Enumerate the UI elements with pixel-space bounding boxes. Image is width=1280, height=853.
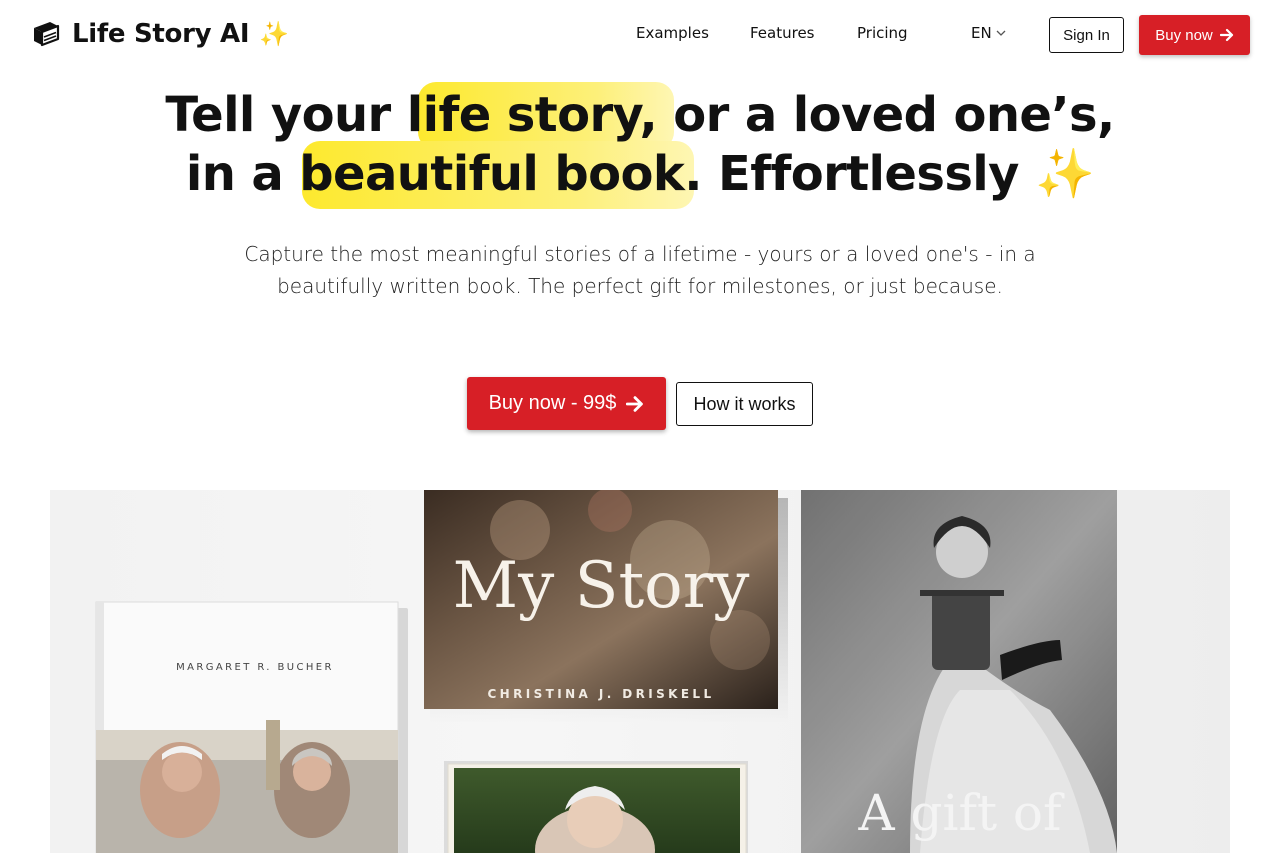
title-line-1: Tell your life story, or a loved one’s, (165, 87, 1115, 143)
arrow-right-icon (626, 395, 644, 412)
book-cover-my-story: My Story CHRISTINA J. DRISKELL (424, 490, 788, 724)
book-cover-margaret: MARGARET R. BUCHER (95, 601, 408, 853)
nav-link-examples[interactable]: Examples (636, 24, 709, 42)
title-line-2: in a beautiful book. Effortlessly ✨ (185, 146, 1095, 202)
buy-now-label: Buy now (1155, 26, 1213, 44)
book-cover-portrait (444, 761, 748, 853)
language-label: EN (971, 24, 992, 42)
how-it-works-button[interactable]: How it works (676, 382, 813, 426)
title-text: Effortlessly (718, 146, 1019, 202)
book-collage-illustration: MARGARET R. BUCHER My Story CHRISTINA J.… (95, 490, 1117, 853)
title-text: or a loved one’s, (673, 87, 1115, 143)
book-author-text: MARGARET R. BUCHER (176, 662, 334, 673)
book-title-text: A gift of (857, 784, 1065, 842)
nav-link-features[interactable]: Features (750, 24, 815, 42)
hero-title: Tell your life story, or a loved one’s, … (0, 86, 1280, 204)
sign-in-button[interactable]: Sign In (1049, 17, 1124, 53)
book-title-text: My Story (453, 549, 750, 623)
top-navigation: Life Story AI ✨ Examples Features Pricin… (0, 0, 1280, 70)
buy-now-primary-button[interactable]: Buy now - 99$ (467, 377, 666, 430)
hero-subtitle: Capture the most meaningful stories of a… (244, 242, 1036, 298)
arrow-right-icon (1219, 28, 1233, 42)
title-highlight-text: life story, (406, 87, 658, 143)
language-selector[interactable]: EN (971, 24, 1006, 42)
book-author-text: CHRISTINA J. DRISKELL (487, 687, 714, 701)
sparkle-icon: ✨ (1034, 146, 1095, 202)
title-text: Tell your (165, 87, 391, 143)
book-cover-a-gift-of: A gift of (801, 490, 1117, 853)
buy-now-primary-label: Buy now - 99$ (488, 392, 617, 414)
title-highlight-text: beautiful book. (299, 146, 702, 202)
title-text: in a (185, 146, 284, 202)
book-collage-image: MARGARET R. BUCHER My Story CHRISTINA J.… (50, 490, 1230, 853)
nav-link-pricing[interactable]: Pricing (857, 24, 908, 42)
chevron-down-icon (996, 30, 1006, 36)
buy-now-button[interactable]: Buy now (1139, 15, 1250, 55)
